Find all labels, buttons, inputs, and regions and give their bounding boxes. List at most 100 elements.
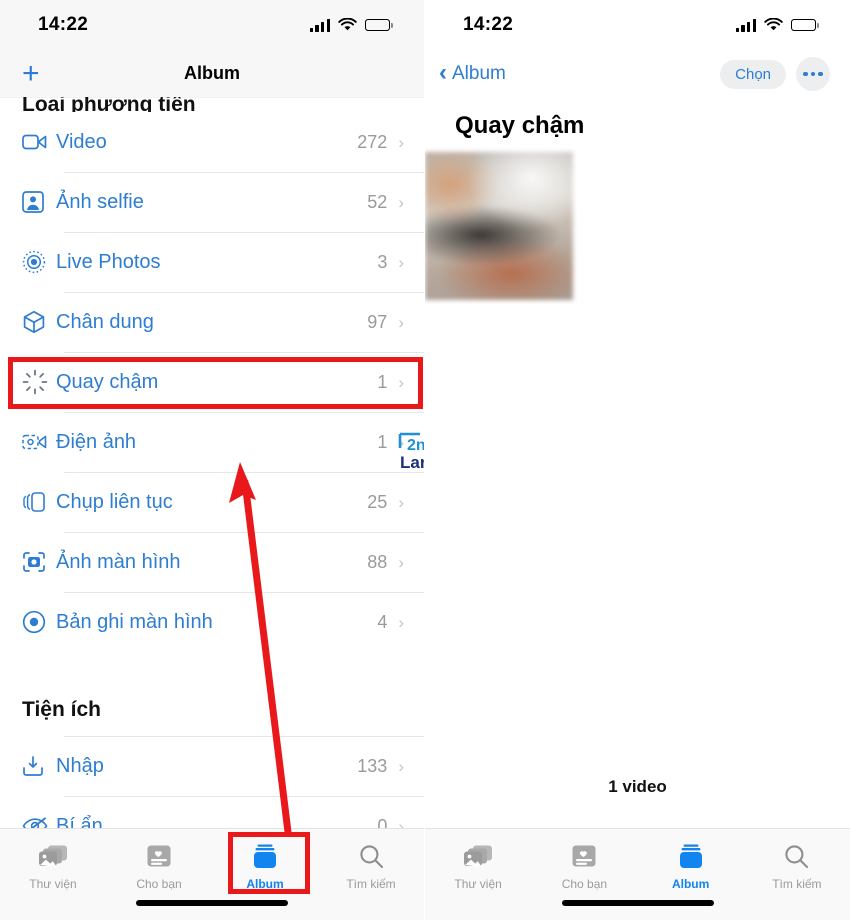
chevron-right-icon: › — [398, 612, 404, 632]
status-bar: 14:22 — [0, 0, 424, 50]
tab-search[interactable]: Tìm kiếm — [744, 829, 850, 920]
page-title: Album — [184, 63, 240, 83]
live-photos-icon — [22, 250, 56, 274]
cellular-signal-icon — [735, 18, 756, 32]
nav-divider — [0, 97, 424, 98]
tab-bar[interactable]: Thư viện Cho bạn Album Tìm kiếm — [0, 828, 424, 920]
cube-portrait-icon — [22, 310, 56, 334]
home-indicator — [561, 900, 714, 906]
tab-bar[interactable]: Thư viện Cho bạn Album Tìm kiếm — [425, 828, 850, 920]
list-item-imports[interactable]: Nhập 133 › — [0, 736, 424, 796]
list-item-portrait[interactable]: Chân dung 97 › — [0, 292, 424, 352]
tab-label: Cho bạn — [136, 877, 182, 891]
chevron-right-icon: › — [398, 312, 404, 332]
albums-icon — [678, 841, 704, 871]
chevron-right-icon: › — [398, 492, 404, 512]
chevron-right-icon: › — [398, 252, 404, 272]
list-item-label: Bản ghi màn hình — [56, 610, 213, 633]
video-camera-icon — [22, 133, 56, 151]
list-item-count: 4 — [377, 611, 388, 632]
list-item-label: Nhập — [56, 754, 104, 777]
ellipsis-icon[interactable] — [796, 57, 830, 91]
album-title: Quay chậm — [455, 112, 585, 139]
section-header-media-types: Loại phương tiện — [22, 97, 196, 112]
chevron-right-icon: › — [398, 756, 404, 776]
list-item-count: 52 — [367, 191, 388, 212]
photos-library-icon — [463, 841, 493, 871]
list-item-live-photos[interactable]: Live Photos 3 › — [0, 232, 424, 292]
video-thumbnail[interactable] — [425, 152, 573, 300]
select-button[interactable]: Chọn — [720, 59, 786, 89]
for-you-icon — [146, 841, 172, 871]
status-bar: 14:22 — [425, 0, 850, 50]
right-phone-screen: 14:22 ‹ Album Chọn Quay chậm 1 video Thư… — [425, 0, 850, 920]
list-item-screen-recordings[interactable]: Bản ghi màn hình 4 › — [0, 592, 424, 652]
status-time: 14:22 — [463, 14, 514, 35]
tab-label: Album — [671, 877, 710, 891]
list-item-count: 88 — [367, 551, 388, 572]
chevron-left-icon: ‹ — [439, 59, 447, 86]
list-item-count: 25 — [367, 491, 388, 512]
list-item-label: Live Photos — [56, 250, 161, 273]
tab-label: Cho bạn — [561, 877, 608, 891]
back-button[interactable]: ‹ Album — [439, 59, 506, 86]
tab-library[interactable]: Thư viện — [0, 829, 106, 920]
list-item-selfie[interactable]: Ảnh selfie 52 › — [0, 172, 424, 232]
list-item-video[interactable]: Video 272 › — [0, 112, 424, 172]
list-item-slow-motion[interactable]: Quay chậm 1 › — [0, 352, 424, 412]
status-indicators — [309, 18, 393, 32]
section-spacer — [0, 652, 424, 676]
chevron-right-icon: › — [398, 192, 404, 212]
for-you-icon — [571, 841, 597, 871]
list-item-label: Quay chậm — [56, 370, 159, 393]
svg-text:Land: Land — [400, 453, 425, 472]
albums-list[interactable]: Loại phương tiện Video 272 › Ảnh selfie … — [0, 97, 424, 920]
list-item-burst[interactable]: Chụp liên tục 25 › — [0, 472, 424, 532]
right-nav-bar: ‹ Album Chọn — [425, 50, 850, 98]
burst-photos-icon — [22, 491, 56, 513]
search-icon — [359, 841, 384, 871]
chevron-right-icon: › — [398, 372, 404, 392]
list-item-count: 272 — [357, 131, 388, 152]
plus-icon[interactable]: + — [22, 58, 40, 89]
tab-label: Tìm kiếm — [346, 877, 396, 891]
wifi-icon — [338, 18, 357, 31]
battery-icon — [791, 18, 819, 32]
tab-label: Album — [246, 877, 284, 891]
slow-motion-icon — [22, 369, 56, 395]
tab-label: Thư viện — [454, 877, 502, 891]
battery-icon — [365, 18, 393, 32]
chevron-right-icon: › — [398, 132, 404, 152]
photo-grid[interactable] — [425, 152, 850, 300]
nav-actions: Chọn — [720, 57, 830, 91]
cellular-signal-icon — [309, 18, 330, 32]
search-icon — [784, 841, 809, 871]
tab-for-you[interactable]: Cho bạn — [531, 829, 637, 920]
left-nav-bar: + Album — [0, 50, 424, 97]
tab-albums[interactable]: Album — [638, 829, 744, 920]
list-item-count: 1 — [377, 431, 388, 452]
photos-library-icon — [38, 841, 68, 871]
list-item-label: Điện ảnh — [56, 430, 137, 453]
screen-recording-icon — [22, 610, 56, 634]
tab-albums[interactable]: Album — [212, 829, 318, 920]
list-item-label: Chân dung — [56, 310, 154, 333]
selfie-portrait-icon — [22, 191, 56, 213]
tab-for-you[interactable]: Cho bạn — [106, 829, 212, 920]
tab-library[interactable]: Thư viện — [425, 829, 531, 920]
section-header-utilities: Tiện ích — [22, 698, 101, 721]
list-item-count: 133 — [357, 755, 388, 776]
back-label: Album — [452, 63, 506, 84]
list-item-screenshots[interactable]: Ảnh màn hình 88 › — [0, 532, 424, 592]
list-item-label: Chụp liên tục — [56, 490, 173, 513]
list-item-count: 3 — [377, 251, 388, 272]
tab-search[interactable]: Tìm kiếm — [318, 829, 424, 920]
watermark-2nd-land: 2nd Land — [397, 430, 425, 479]
tab-label: Tìm kiếm — [772, 877, 822, 891]
cinematic-video-icon — [22, 433, 56, 451]
dual-screenshot-container: 14:22 + Album Loại phương tiện Video 272… — [0, 0, 850, 920]
list-item-cinematic[interactable]: Điện ảnh 1 › — [0, 412, 424, 472]
list-item-label: Video — [56, 130, 107, 153]
chevron-right-icon: › — [398, 552, 404, 572]
import-icon — [22, 755, 56, 777]
